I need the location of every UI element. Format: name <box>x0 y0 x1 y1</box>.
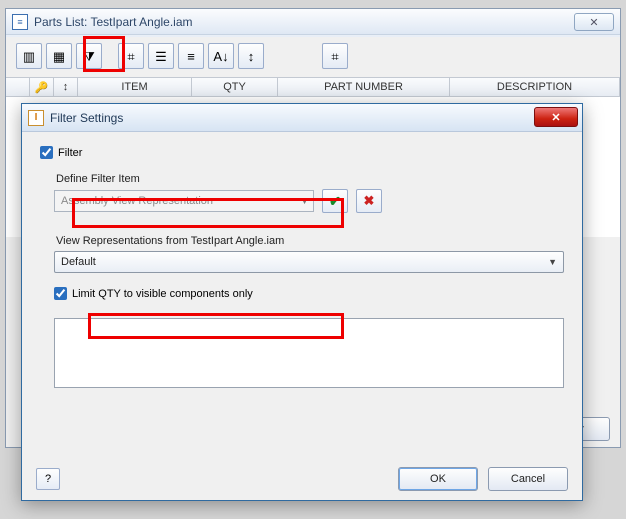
sort-az-icon: A↓ <box>213 50 228 63</box>
table-icon: ⌗ <box>127 50 134 63</box>
chevron-down-icon: ▼ <box>548 257 557 267</box>
apply-filter-button[interactable]: ✔ <box>322 189 348 213</box>
rows-icon: ≡ <box>187 50 195 63</box>
ok-button[interactable]: OK <box>398 467 478 491</box>
x-icon: ✖ <box>364 193 375 209</box>
grid2-icon: ▦ <box>53 50 65 63</box>
toolbar-btn-8[interactable]: ↕ <box>238 43 264 69</box>
define-filter-combo[interactable]: Assembly View Representation ▼ <box>54 190 314 212</box>
filter-close-button[interactable]: ✕ <box>534 107 578 127</box>
parts-list-column-headers: 🔑 ↕ ITEM QTY PART NUMBER DESCRIPTION <box>6 77 620 97</box>
parts-list-titlebar: ≡ Parts List: TestIpart Angle.iam ✕ <box>6 9 620 35</box>
filter-app-icon: I <box>28 110 44 126</box>
col-part-number[interactable]: PART NUMBER <box>278 78 450 96</box>
filter-dialog-footer: ? OK Cancel <box>22 458 582 500</box>
chevron-down-icon: ▼ <box>300 196 309 206</box>
toolbar-btn-9[interactable]: ⌗ <box>322 43 348 69</box>
parts-list-close-button[interactable]: ✕ <box>574 13 614 31</box>
close-icon: ✕ <box>589 16 598 29</box>
limit-qty-row: Limit QTY to visible components only <box>54 287 564 300</box>
dialog-button-group: OK Cancel <box>398 467 568 491</box>
updown-icon: ↕ <box>248 50 255 63</box>
grid-icon: ▥ <box>23 50 35 63</box>
help-button[interactable]: ? <box>36 468 60 490</box>
col-sort[interactable]: ↕ <box>54 78 78 96</box>
toolbar-btn-6[interactable]: ≡ <box>178 43 204 69</box>
filter-title: Filter Settings <box>50 111 123 125</box>
define-filter-value: Assembly View Representation <box>61 195 213 207</box>
parts-list-app-icon: ≡ <box>12 14 28 30</box>
col-description[interactable]: DESCRIPTION <box>450 78 620 96</box>
check-icon: ✔ <box>329 193 341 210</box>
toolbar-btn-7[interactable]: A↓ <box>208 43 234 69</box>
toolbar-btn-2[interactable]: ▦ <box>46 43 72 69</box>
filter-enable-checkbox[interactable] <box>40 146 53 159</box>
filter-listbox[interactable] <box>54 318 564 388</box>
toolbar-btn-filter[interactable]: ⧩ <box>76 43 102 69</box>
view-rep-value: Default <box>61 256 96 268</box>
filter-enable-label: Filter <box>58 147 82 159</box>
limit-qty-checkbox[interactable] <box>54 287 67 300</box>
help-icon: ? <box>45 473 51 485</box>
filter-enable-row: Filter <box>40 146 564 159</box>
sort-icon: ↕ <box>63 81 69 93</box>
list-icon: ☰ <box>155 50 167 63</box>
define-filter-row: Assembly View Representation ▼ ✔ ✖ <box>54 189 564 213</box>
key-icon: 🔑 <box>35 81 49 94</box>
parts-list-title: Parts List: TestIpart Angle.iam <box>34 15 193 29</box>
filter-dialog-body: Filter Define Filter Item Assembly View … <box>22 132 582 398</box>
cancel-button[interactable]: Cancel <box>488 467 568 491</box>
close-icon: ✕ <box>551 111 560 124</box>
col-blank[interactable] <box>6 78 30 96</box>
toolbar-btn-1[interactable]: ▥ <box>16 43 42 69</box>
view-rep-select[interactable]: Default ▼ <box>54 251 564 273</box>
view-rep-label: View Representations from TestIpart Angl… <box>56 235 564 247</box>
grid3-icon: ⌗ <box>331 50 338 63</box>
toolbar-btn-4[interactable]: ⌗ <box>118 43 144 69</box>
remove-filter-button[interactable]: ✖ <box>356 189 382 213</box>
define-filter-label: Define Filter Item <box>56 173 564 185</box>
col-key[interactable]: 🔑 <box>30 78 54 96</box>
filter-settings-dialog: I Filter Settings ✕ Filter Define Filter… <box>21 103 583 501</box>
toolbar-btn-5[interactable]: ☰ <box>148 43 174 69</box>
limit-qty-label: Limit QTY to visible components only <box>72 288 253 300</box>
col-item[interactable]: ITEM <box>78 78 192 96</box>
parts-list-toolbar: ▥ ▦ ⧩ ⌗ ☰ ≡ A↓ ↕ ⌗ <box>6 35 620 77</box>
filter-titlebar: I Filter Settings ✕ <box>22 104 582 132</box>
col-qty[interactable]: QTY <box>192 78 278 96</box>
funnel-icon: ⧩ <box>83 50 95 63</box>
